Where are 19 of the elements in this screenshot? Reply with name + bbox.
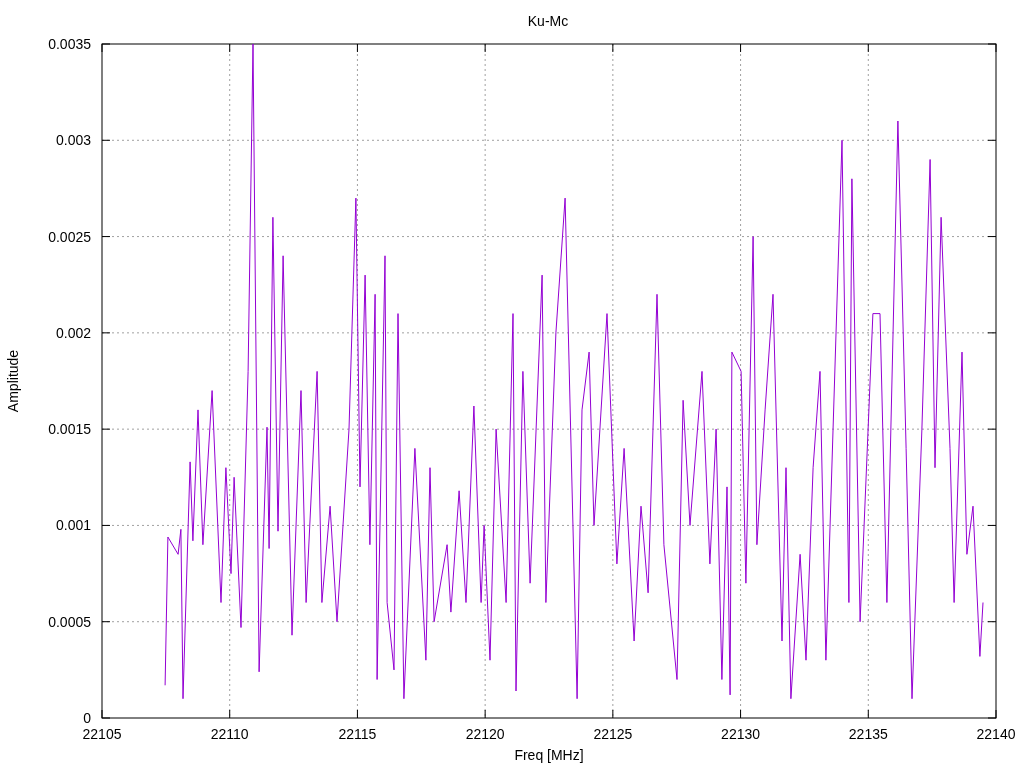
y-tick-label: 0.0005: [48, 613, 91, 630]
y-tick-label: 0.001: [55, 517, 91, 534]
x-axis-label: Freq [MHz]: [514, 747, 584, 763]
y-tick-label: 0: [83, 710, 91, 726]
y-tick-label: 0.0035: [48, 36, 91, 52]
y-tick-label: 0.003: [55, 132, 91, 149]
x-tick-label: 22105: [82, 726, 122, 742]
x-tick-label: 22135: [848, 726, 888, 742]
x-tick-label: 22130: [721, 726, 761, 742]
y-tick-label: 0.002: [55, 324, 91, 341]
x-tick-label: 22110: [210, 726, 249, 742]
x-tick-label: 22125: [593, 726, 633, 742]
y-tick-label: 0.0015: [48, 421, 91, 438]
y-tick-label: 0.0025: [48, 228, 91, 245]
x-tick-label: 22140: [976, 726, 1016, 742]
x-tick-label: 22115: [338, 726, 377, 742]
y-axis-label: Amplitude: [5, 349, 21, 413]
x-tick-label: 22120: [465, 726, 505, 742]
chart-title: Ku-Mc: [527, 13, 569, 29]
